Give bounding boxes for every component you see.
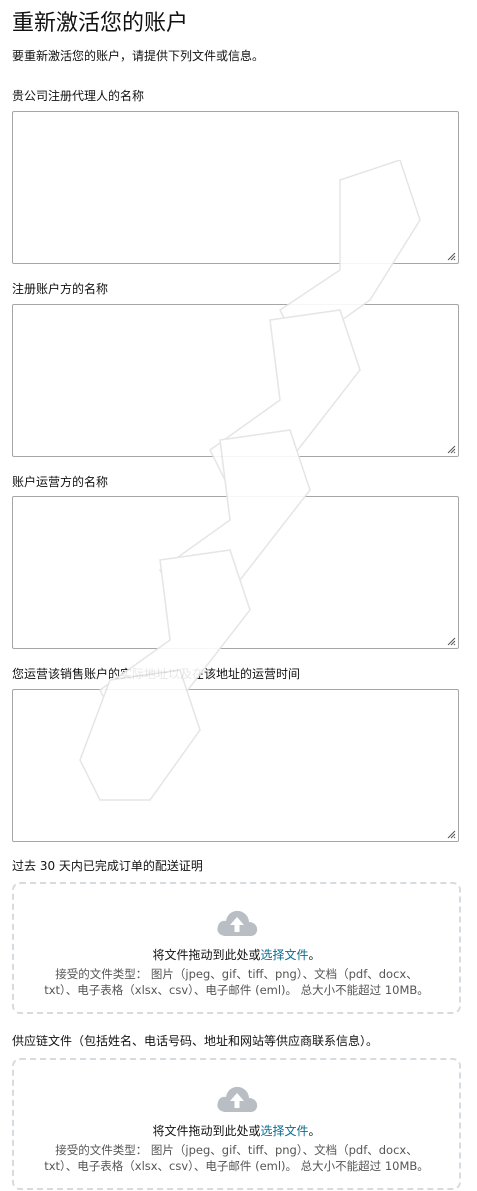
file-types-line-2: txt）、电子表格（xlsx、csv）、电子邮件 (eml)。 总大小不能超过 … [44,1159,429,1173]
delivery-proof-dropzone[interactable]: 将文件拖动到此处或选择文件。 接受的文件类型： 图片（jpeg、gif、tiff… [12,882,461,1014]
drop-instruction: 将文件拖动到此处或选择文件。 [14,946,459,963]
registered-agent-label: 贵公司注册代理人的名称 [12,89,145,103]
cloud-upload-icon [216,910,257,936]
account-holder-label: 注册账户方的名称 [12,282,109,296]
drop-text: 将文件拖动到此处或 [152,1124,261,1138]
resize-handle-icon[interactable] [446,829,456,839]
choose-file-link[interactable]: 选择文件 [260,948,308,962]
drop-punct: 。 [308,1124,321,1138]
drop-text: 将文件拖动到此处或 [152,948,261,962]
drop-instruction: 将文件拖动到此处或选择文件。 [14,1122,459,1139]
page-title: 重新激活您的账户 [12,11,189,36]
file-types-line-1: 接受的文件类型： 图片（jpeg、gif、tiff、png）、文档（pdf、do… [55,967,418,981]
cloud-upload-icon [216,1086,257,1112]
file-types-line-2: txt）、电子表格（xlsx、csv）、电子邮件 (eml)。 总大小不能超过 … [44,983,429,997]
intro-text: 要重新激活您的账户，请提供下列文件或信息。 [12,49,265,63]
operating-address-label: 您运营该销售账户的实际地址以及在该地址的运营时间 [12,667,301,681]
registered-agent-input[interactable] [12,111,459,264]
resize-handle-icon[interactable] [446,636,456,646]
account-operator-input[interactable] [12,496,459,649]
drop-punct: 。 [308,948,321,962]
accepted-file-types: 接受的文件类型： 图片（jpeg、gif、tiff、png）、文档（pdf、do… [28,966,445,998]
resize-handle-icon[interactable] [446,444,456,454]
account-operator-label: 账户运营方的名称 [12,475,109,489]
delivery-proof-label: 过去 30 天内已完成订单的配送证明 [12,859,203,873]
accepted-file-types: 接受的文件类型： 图片（jpeg、gif、tiff、png）、文档（pdf、do… [28,1142,445,1174]
supply-chain-label: 供应链文件（包括姓名、电话号码、地址和网站等供应商联系信息）。 [12,1034,379,1048]
choose-file-link[interactable]: 选择文件 [260,1124,308,1138]
resize-handle-icon[interactable] [446,251,456,261]
operating-address-input[interactable] [12,689,459,842]
supply-chain-dropzone[interactable]: 将文件拖动到此处或选择文件。 接受的文件类型： 图片（jpeg、gif、tiff… [12,1058,461,1190]
file-types-line-1: 接受的文件类型： 图片（jpeg、gif、tiff、png）、文档（pdf、do… [55,1143,418,1157]
account-holder-input[interactable] [12,304,459,457]
